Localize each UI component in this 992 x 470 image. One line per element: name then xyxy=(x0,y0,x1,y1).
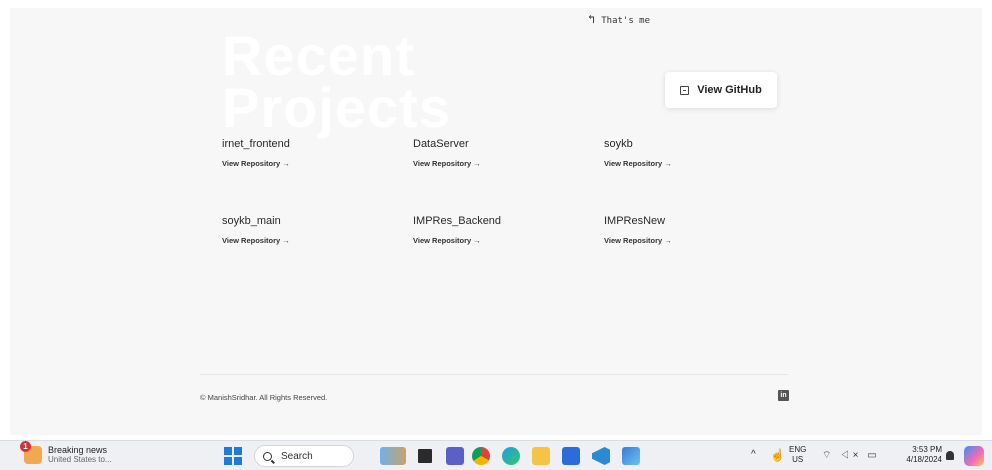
project-card: soykb View Repository → xyxy=(604,138,784,168)
news-widget[interactable]: 1 Breaking news United States to... xyxy=(20,441,112,465)
wifi-volume-battery-icons[interactable]: ⌔ ◁× ▭ xyxy=(822,449,880,462)
windows-taskbar: 1 Breaking news United States to... Sear… xyxy=(0,440,992,470)
view-repository-link[interactable]: View Repository → xyxy=(604,236,784,245)
vscode-icon[interactable] xyxy=(592,447,610,465)
clock-time: 3:53 PM xyxy=(912,445,942,454)
footer-divider xyxy=(200,374,788,375)
chevron-up-icon[interactable]: ^ xyxy=(751,449,756,460)
project-name: soykb_main xyxy=(222,215,281,227)
search-label: Search xyxy=(281,450,313,462)
view-repository-link[interactable]: View Repository → xyxy=(604,159,784,168)
project-name: DataServer xyxy=(413,138,469,150)
task-view-icon[interactable] xyxy=(418,449,432,463)
view-github-button[interactable]: View GitHub xyxy=(665,72,777,108)
hand-icon[interactable]: ☝ xyxy=(770,448,785,462)
project-name: soykb xyxy=(604,138,633,150)
region-code: US xyxy=(792,455,804,464)
chrome-icon[interactable] xyxy=(472,447,490,465)
project-name: irnet_frontend xyxy=(222,138,290,150)
copyright-text: © ManishSridhar. All Rights Reserved. xyxy=(200,393,328,402)
file-explorer-icon[interactable] xyxy=(532,447,550,465)
copilot-icon[interactable] xyxy=(964,446,984,466)
edge-icon[interactable] xyxy=(502,447,520,465)
project-card: IMPRes_Backend View Repository → xyxy=(413,215,593,245)
news-subtitle: United States to... xyxy=(48,455,112,464)
word-icon[interactable] xyxy=(562,447,580,465)
project-card: IMPResNew View Repository → xyxy=(604,215,784,245)
section-title-line2: Projects xyxy=(222,76,451,139)
view-repository-link[interactable]: View Repository → xyxy=(413,159,593,168)
language-code: ENG xyxy=(789,445,807,454)
project-card: soykb_main View Repository → xyxy=(222,215,402,245)
weather-news-icon: 1 xyxy=(20,441,42,464)
language-indicator[interactable]: ENG US xyxy=(789,445,806,465)
linkedin-icon[interactable]: in xyxy=(778,390,789,401)
clock[interactable]: 3:53 PM 4/18/2024 xyxy=(894,445,942,465)
notification-bell-icon[interactable] xyxy=(946,451,954,460)
widgets-icon[interactable] xyxy=(380,447,406,465)
windows-start-icon[interactable] xyxy=(224,447,242,465)
project-card: DataServer View Repository → xyxy=(413,138,593,168)
curved-arrow-icon: ↰ xyxy=(588,12,596,26)
search-icon xyxy=(263,451,272,461)
taskbar-search[interactable]: Search xyxy=(254,445,354,467)
that-is-me-text: That's me xyxy=(601,16,651,26)
view-repository-link[interactable]: View Repository → xyxy=(222,159,402,168)
clock-date: 4/18/2024 xyxy=(906,455,942,464)
view-repository-link[interactable]: View Repository → xyxy=(413,236,593,245)
teams-icon[interactable] xyxy=(446,447,464,465)
section-title-line1: Recent xyxy=(222,24,415,87)
news-title: Breaking news xyxy=(48,445,108,455)
view-github-label: View GitHub xyxy=(697,84,762,96)
github-icon xyxy=(680,85,690,95)
project-name: IMPRes_Backend xyxy=(413,215,502,227)
view-repository-link[interactable]: View Repository → xyxy=(222,236,402,245)
that-is-me-note: ↰ That's me xyxy=(588,12,650,26)
notification-badge: 1 xyxy=(20,441,31,452)
project-card: irnet_frontend View Repository → xyxy=(222,138,402,168)
photos-icon[interactable] xyxy=(622,447,640,465)
section-title: Recent Projects xyxy=(222,24,451,139)
portfolio-page: ↰ That's me Recent Projects View GitHub i… xyxy=(10,8,982,435)
project-name: IMPResNew xyxy=(604,215,666,227)
